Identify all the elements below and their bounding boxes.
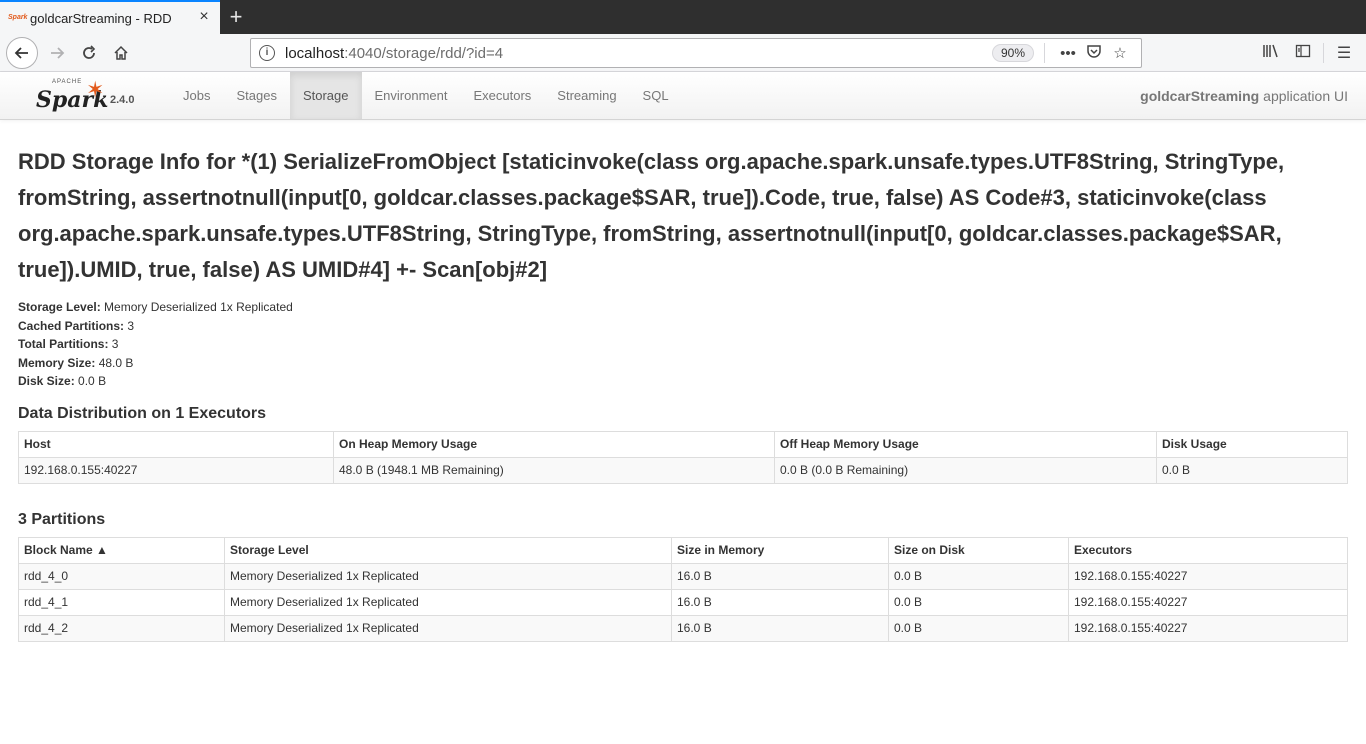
app-name-suffix: application UI bbox=[1263, 88, 1348, 104]
column-header[interactable]: Off Heap Memory Usage bbox=[774, 430, 1157, 458]
tab-environment[interactable]: Environment bbox=[362, 72, 461, 119]
column-header[interactable]: Disk Usage bbox=[1156, 430, 1348, 458]
column-header[interactable]: On Heap Memory Usage bbox=[333, 430, 775, 458]
url-text[interactable]: localhost:4040/storage/rdd/?id=4 bbox=[285, 45, 992, 62]
new-tab-icon[interactable]: + bbox=[220, 0, 252, 34]
summary-item: Memory Size: 48.0 B bbox=[18, 355, 134, 370]
table-header-row: Host On Heap Memory Usage Off Heap Memor… bbox=[18, 430, 1348, 458]
spark-navbar: APACHE Spark ✶ 2.4.0 Jobs Stages Storage… bbox=[0, 72, 1366, 120]
address-bar[interactable]: i localhost:4040/storage/rdd/?id=4 90% •… bbox=[250, 38, 1142, 68]
page-title: RDD Storage Info for *(1) SerializeFromO… bbox=[18, 149, 1285, 282]
column-header[interactable]: Host bbox=[18, 430, 334, 458]
url-path: :4040/storage/rdd/?id=4 bbox=[344, 44, 504, 62]
summary-item: Storage Level: Memory Deserialized 1x Re… bbox=[18, 300, 293, 314]
spark-version: 2.4.0 bbox=[110, 94, 135, 106]
partitions-table: Block Name ▲ Storage Level Size in Memor… bbox=[18, 536, 1348, 642]
table-cell: Memory Deserialized 1x Replicated bbox=[224, 562, 672, 590]
page-actions-icon[interactable]: ••• bbox=[1055, 45, 1081, 62]
table-header-row: Block Name ▲ Storage Level Size in Memor… bbox=[18, 536, 1348, 564]
table-cell: 0.0 B (0.0 B Remaining) bbox=[774, 456, 1157, 484]
summary-item: Total Partitions: 3 bbox=[18, 337, 119, 351]
browser-toolbar: i localhost:4040/storage/rdd/?id=4 90% •… bbox=[0, 34, 1366, 72]
application-name: goldcarStreaming application UI bbox=[1140, 72, 1348, 120]
sidebar-icon[interactable] bbox=[1287, 43, 1319, 64]
hamburger-menu-icon[interactable]: ☰ bbox=[1328, 43, 1360, 63]
urlbar-divider bbox=[1044, 43, 1045, 63]
tab-title: goldcarStreaming - RDD bbox=[30, 10, 172, 26]
table-cell: 0.0 B bbox=[1156, 456, 1348, 484]
column-header-sortable[interactable]: Block Name ▲ bbox=[18, 536, 225, 564]
table-cell: 192.168.0.155:40227 bbox=[1068, 614, 1348, 642]
column-header-sortable[interactable]: Storage Level bbox=[224, 536, 672, 564]
column-header-sortable[interactable]: Size in Memory bbox=[671, 536, 889, 564]
forward-button[interactable] bbox=[42, 38, 72, 68]
column-header-sortable[interactable]: Executors bbox=[1068, 536, 1348, 564]
table-cell: 192.168.0.155:40227 bbox=[18, 456, 334, 484]
distribution-table: Host On Heap Memory Usage Off Heap Memor… bbox=[18, 430, 1348, 484]
app-name-bold: goldcarStreaming bbox=[1140, 88, 1260, 104]
spark-nav-tabs: Jobs Stages Storage Environment Executor… bbox=[170, 72, 682, 119]
site-info-icon[interactable]: i bbox=[259, 45, 275, 61]
reload-icon bbox=[83, 44, 96, 59]
table-cell: rdd_4_2 bbox=[18, 614, 225, 642]
home-icon bbox=[114, 45, 128, 60]
table-row: 192.168.0.155:40227 48.0 B (1948.1 MB Re… bbox=[18, 456, 1348, 484]
pocket-icon[interactable] bbox=[1081, 43, 1107, 63]
browser-tab-strip: Spark goldcarStreaming - RDD × + bbox=[0, 0, 1366, 34]
spark-brand[interactable]: APACHE Spark ✶ 2.4.0 bbox=[0, 72, 170, 119]
spark-favicon-icon: Spark bbox=[8, 14, 28, 21]
back-button[interactable] bbox=[6, 36, 38, 69]
partitions-heading: 3 Partitions bbox=[18, 510, 106, 528]
reload-button[interactable] bbox=[74, 38, 104, 68]
forward-arrow-icon bbox=[51, 46, 65, 59]
tab-streaming[interactable]: Streaming bbox=[544, 72, 629, 119]
toolbar-divider bbox=[1323, 43, 1324, 63]
table-cell: 16.0 B bbox=[671, 562, 889, 590]
table-cell: Memory Deserialized 1x Replicated bbox=[224, 614, 672, 642]
table-cell: 16.0 B bbox=[671, 614, 889, 642]
tab-stages[interactable]: Stages bbox=[223, 72, 289, 119]
rdd-summary-list: Storage Level: Memory Deserialized 1x Re… bbox=[18, 298, 1348, 391]
table-cell: 192.168.0.155:40227 bbox=[1068, 562, 1348, 590]
table-cell: 48.0 B (1948.1 MB Remaining) bbox=[333, 456, 775, 484]
table-cell: Memory Deserialized 1x Replicated bbox=[224, 588, 672, 616]
table-cell: 0.0 B bbox=[888, 614, 1069, 642]
column-header-sortable[interactable]: Size on Disk bbox=[888, 536, 1069, 564]
toolbar-right: ☰ bbox=[1255, 38, 1360, 68]
table-cell: rdd_4_1 bbox=[18, 588, 225, 616]
main-content: RDD Storage Info for *(1) SerializeFromO… bbox=[0, 144, 1366, 642]
distribution-heading: Data Distribution on 1 Executors bbox=[18, 404, 267, 422]
table-cell: 192.168.0.155:40227 bbox=[1068, 588, 1348, 616]
home-button[interactable] bbox=[106, 38, 136, 68]
summary-item: Disk Size: 0.0 B bbox=[18, 374, 107, 388]
table-row: rdd_4_1 Memory Deserialized 1x Replicate… bbox=[18, 588, 1348, 616]
library-icon[interactable] bbox=[1255, 43, 1287, 64]
table-cell: 0.0 B bbox=[888, 588, 1069, 616]
browser-tab[interactable]: Spark goldcarStreaming - RDD × bbox=[0, 0, 220, 34]
tab-sql[interactable]: SQL bbox=[630, 72, 682, 119]
spark-logo[interactable]: APACHE Spark ✶ bbox=[36, 76, 108, 115]
spark-star-icon: ✶ bbox=[86, 76, 105, 102]
close-tab-icon[interactable]: × bbox=[196, 9, 212, 26]
tab-executors[interactable]: Executors bbox=[460, 72, 544, 119]
table-cell: 16.0 B bbox=[671, 588, 889, 616]
table-cell: 0.0 B bbox=[888, 562, 1069, 590]
summary-item: Cached Partitions: 3 bbox=[18, 318, 135, 333]
zoom-level-badge[interactable]: 90% bbox=[991, 44, 1034, 62]
tab-storage[interactable]: Storage bbox=[289, 72, 362, 119]
back-arrow-icon bbox=[14, 46, 28, 59]
bookmark-star-icon[interactable]: ☆ bbox=[1107, 44, 1133, 62]
table-row: rdd_4_2 Memory Deserialized 1x Replicate… bbox=[18, 614, 1348, 642]
table-cell: rdd_4_0 bbox=[18, 562, 225, 590]
url-host: localhost bbox=[285, 44, 345, 62]
table-row: rdd_4_0 Memory Deserialized 1x Replicate… bbox=[18, 562, 1348, 590]
tab-jobs[interactable]: Jobs bbox=[170, 72, 223, 119]
